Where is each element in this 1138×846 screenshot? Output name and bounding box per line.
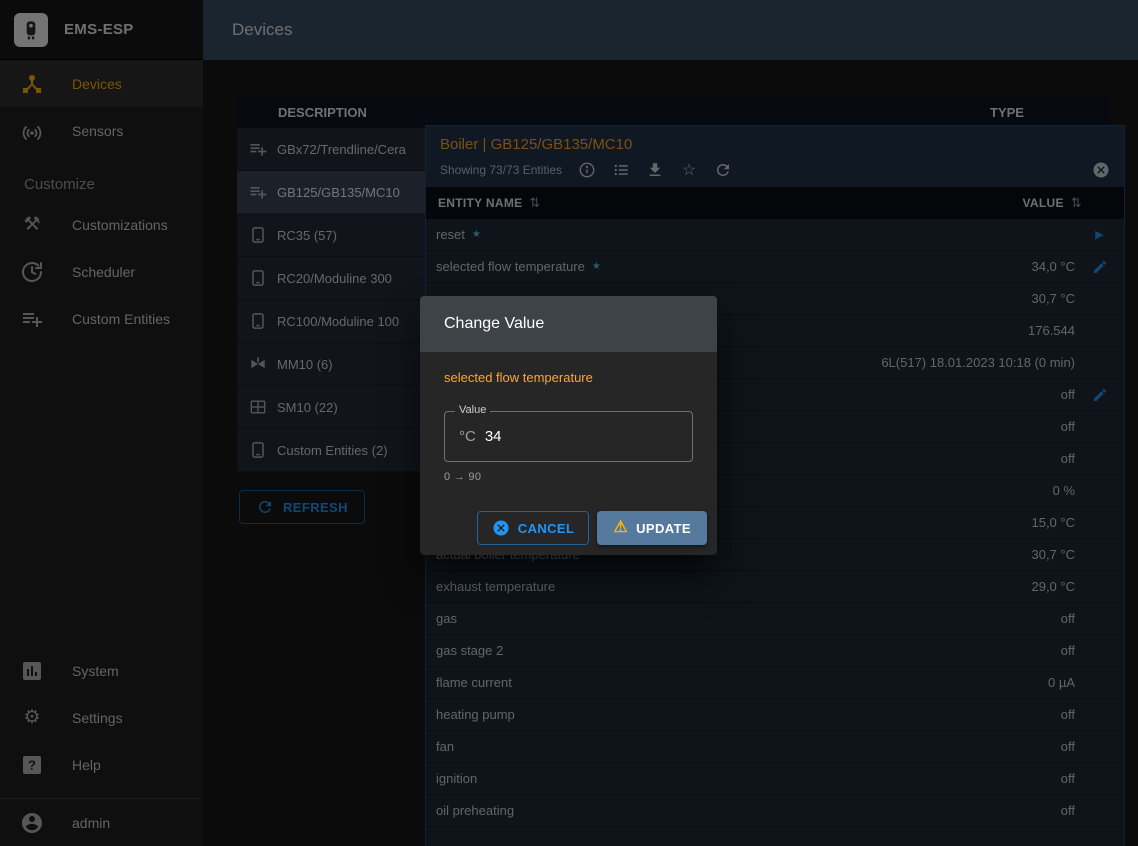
update-button[interactable]: ⚠ UPDATE <box>597 511 707 545</box>
warning-icon: ⚠ <box>613 520 628 536</box>
dialog-body: selected flow temperature Value °C 0 → 9… <box>420 352 717 555</box>
value-range-hint: 0 → 90 <box>444 471 707 483</box>
dialog-title: Change Value <box>420 296 717 352</box>
dialog-entity-name: selected flow temperature <box>444 370 707 385</box>
cancel-button-label: CANCEL <box>518 521 575 536</box>
unit-adornment: °C <box>459 428 476 445</box>
value-field: Value °C <box>444 411 693 462</box>
cancel-icon <box>492 519 510 537</box>
update-button-label: UPDATE <box>636 521 691 536</box>
value-input[interactable] <box>485 428 635 445</box>
change-value-dialog: Change Value selected flow temperature V… <box>420 296 717 555</box>
dialog-actions: CANCEL ⚠ UPDATE <box>444 511 707 545</box>
cancel-button[interactable]: CANCEL <box>477 511 590 545</box>
value-field-label: Value <box>455 404 490 416</box>
